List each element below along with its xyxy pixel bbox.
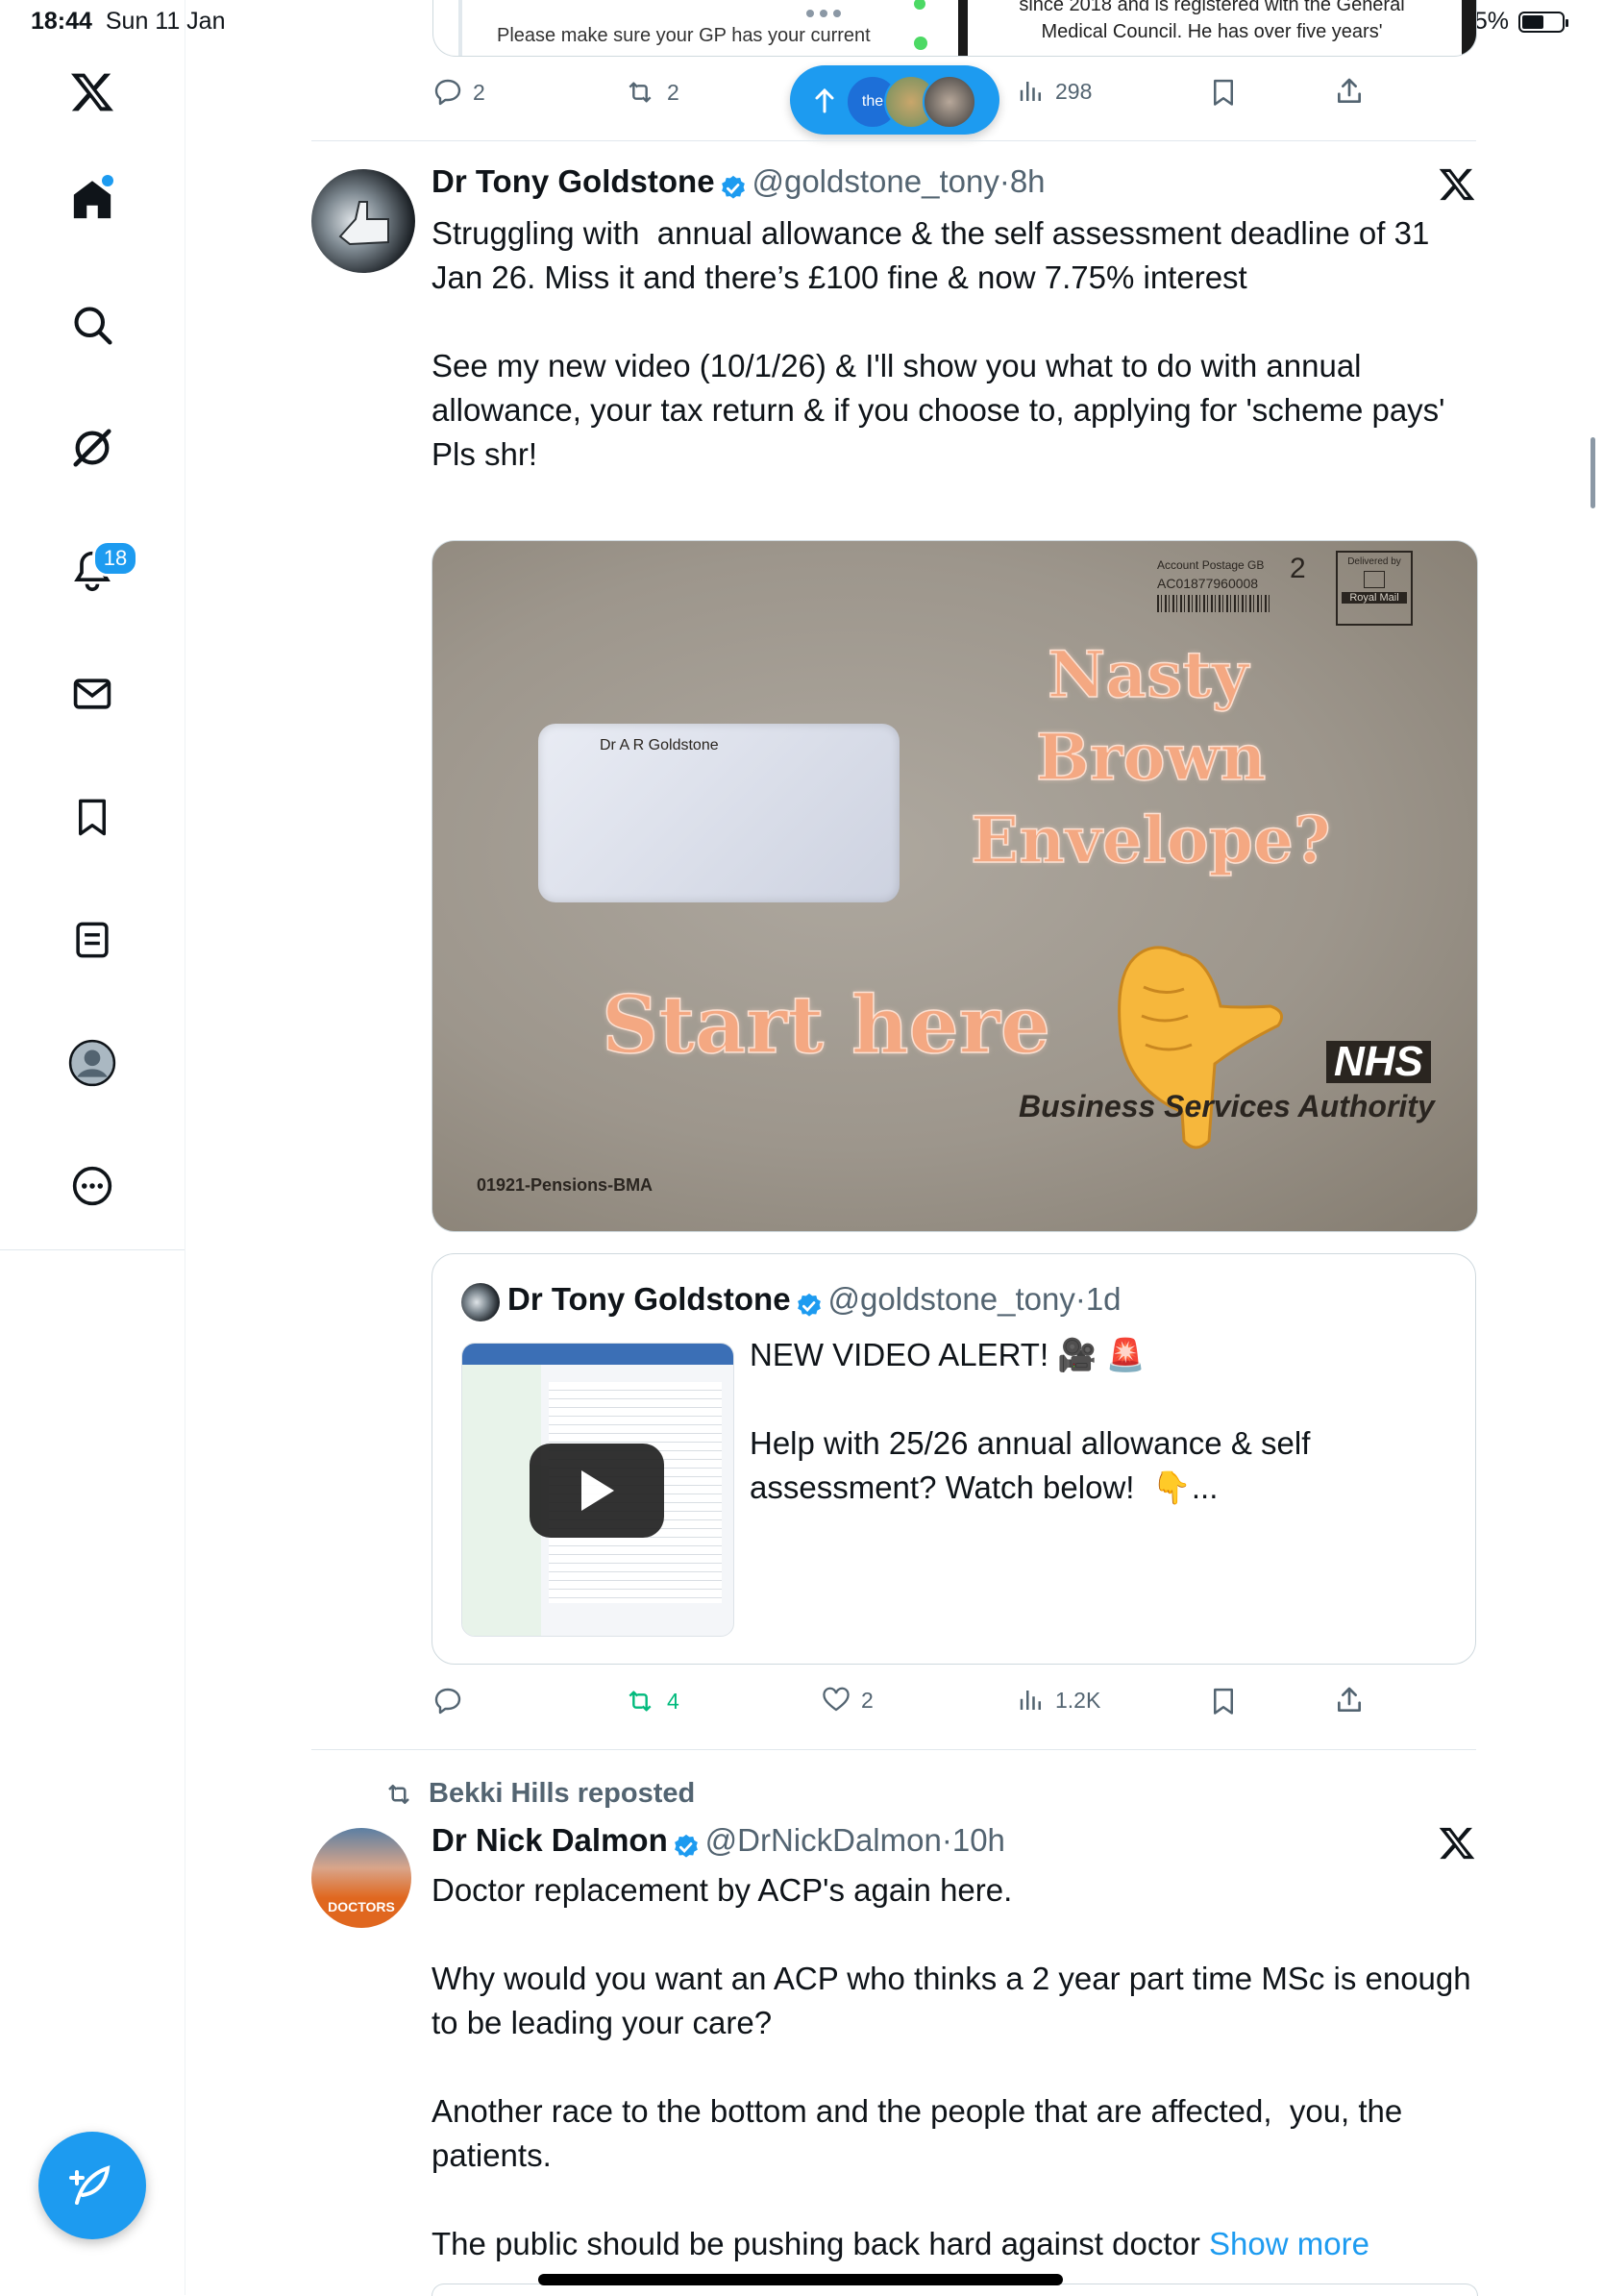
repost-icon (629, 1691, 652, 1712)
quoted-name: Dr Tony Goldstone (507, 1281, 791, 1317)
envelope-window: Dr A R Goldstone (538, 724, 900, 902)
headline-brown: Brown (1035, 719, 1267, 796)
video-thumbnail[interactable] (461, 1343, 734, 1637)
nhs-subtitle: Business Services Authority (1019, 1089, 1435, 1123)
bookmark-button[interactable] (1209, 77, 1238, 112)
tweet1-name[interactable]: Dr Tony Goldstone (432, 163, 715, 199)
play-button[interactable] (530, 1444, 664, 1538)
profile-icon[interactable] (58, 1028, 127, 1098)
nhs-logo: NHS (1326, 1041, 1431, 1083)
verified-icon (798, 1293, 821, 1317)
tweet1-repost-button[interactable]: 4 (623, 1686, 679, 1716)
previous-media-left: Please make sure your GP has your curren… (458, 0, 927, 56)
quoted-line1: NEW VIDEO ALERT! 🎥 🚨 (750, 1337, 1146, 1372)
quoted-avatar (461, 1283, 500, 1321)
tweet-divider (311, 140, 1476, 141)
bookmark-icon (1214, 79, 1233, 106)
tweet1-avatar[interactable] (311, 169, 415, 273)
messages-icon[interactable] (58, 659, 127, 728)
tweet2-handle[interactable]: @DrNickDalmon (705, 1822, 942, 1858)
compose-feather-icon (69, 2165, 111, 2205)
repost-context[interactable]: Bekki Hills reposted (382, 1778, 695, 1810)
quoted-tweet[interactable]: Dr Tony Goldstone @goldstone_tony·1d NEW… (432, 1253, 1476, 1665)
tweet1-image[interactable]: Account Postage GB AC01877960008 2 Deliv… (432, 540, 1478, 1232)
heart-icon (823, 1687, 850, 1712)
reply-button[interactable]: 2 (432, 77, 485, 108)
home-unread-dot (102, 175, 113, 186)
tweet1-bookmark-button[interactable] (1209, 1686, 1238, 1721)
previous-media-right-line2: Medical Council. He has over five years' (1041, 21, 1383, 42)
tweet2-time[interactable]: 10h (952, 1822, 1005, 1858)
tweet1-like-button[interactable]: 2 (821, 1686, 874, 1715)
scrollbar[interactable] (1591, 437, 1595, 508)
tweet2-header: Dr Nick Dalmon @DrNickDalmon·10h (432, 1822, 1005, 1862)
tweet2-name[interactable]: Dr Nick Dalmon (432, 1822, 668, 1858)
lists-icon[interactable] (58, 905, 127, 975)
quoted-handle: @goldstone_tony (827, 1281, 1075, 1317)
new-post-avatar-3 (923, 75, 976, 129)
previous-tweet-media[interactable]: Please make sure your GP has your curren… (432, 0, 1477, 57)
search-icon[interactable] (58, 290, 127, 359)
envelope-ref: 01921-Pensions-BMA (477, 1175, 654, 1195)
views-button[interactable]: 298 (1017, 77, 1092, 106)
tweet1-reply-button[interactable] (432, 1686, 473, 1716)
share-icon (1338, 78, 1361, 103)
home-icon[interactable] (58, 165, 127, 235)
reply-icon (434, 1688, 461, 1715)
verified-icon (722, 175, 745, 199)
tweet1-handle[interactable]: @goldstone_tony (752, 163, 999, 199)
start-here-label: Start here (601, 978, 1051, 1073)
tweet-divider (311, 1749, 1476, 1750)
barcode (1157, 595, 1272, 612)
tweet1-header: Dr Tony Goldstone @goldstone_tony·8h (432, 163, 1046, 203)
tweet1-time[interactable]: 8h (1010, 163, 1046, 199)
compose-button[interactable] (38, 2132, 146, 2239)
bookmark-icon (1214, 1688, 1233, 1715)
views-icon (1020, 82, 1041, 101)
views-icon (1020, 1691, 1041, 1710)
previous-media-right-line1: since 2018 and is registered with the Ge… (1019, 0, 1405, 15)
quoted-time: 1d (1085, 1281, 1122, 1317)
play-icon (581, 1470, 614, 1511)
repost-icon (629, 82, 652, 103)
tweet2-grok-x-icon[interactable] (1438, 1824, 1476, 1867)
quoted-header: Dr Tony Goldstone @goldstone_tony·1d (507, 1281, 1122, 1321)
tweet2-avatar[interactable]: DOCTORS (311, 1828, 411, 1928)
quoted-line2: Help with 25/26 annual allowance & self … (750, 1425, 1319, 1505)
headline-envelope: Envelope? (970, 802, 1331, 878)
tweet2-text: Doctor replacement by ACP's again here. … (432, 1872, 1471, 2261)
tweet1-share-button[interactable] (1334, 1684, 1365, 1721)
tweet1-views-button[interactable]: 1.2K (1017, 1686, 1100, 1715)
notifications-badge: 18 (92, 540, 138, 577)
tweet1-text: Struggling with annual allowance & the s… (432, 215, 1445, 472)
share-icon (1338, 1687, 1361, 1712)
arrow-up-icon (815, 87, 834, 113)
grok-icon[interactable] (58, 413, 127, 482)
headline-nasty: Nasty (1047, 636, 1249, 713)
bookmarks-icon[interactable] (58, 782, 127, 852)
battery-icon (1518, 11, 1568, 33)
sidebar-divider (0, 1249, 185, 1250)
ellipsis-icon (804, 6, 843, 17)
tweet1-grok-x-icon[interactable] (1438, 165, 1476, 209)
reply-icon (434, 79, 461, 106)
show-more-link[interactable]: Show more (1209, 2226, 1369, 2261)
x-logo-icon[interactable] (58, 58, 127, 127)
repost-icon (388, 1784, 409, 1804)
more-icon[interactable] (58, 1151, 127, 1221)
previous-media-text: Please make sure your GP has your curren… (497, 25, 871, 46)
repost-button[interactable]: 2 (623, 77, 679, 108)
verified-icon (675, 1834, 699, 1858)
share-button[interactable] (1334, 75, 1365, 112)
home-indicator[interactable] (538, 2274, 1063, 2285)
royal-mail-box: Delivered by Royal Mail (1336, 551, 1413, 626)
new-posts-pill[interactable]: the (790, 65, 999, 135)
